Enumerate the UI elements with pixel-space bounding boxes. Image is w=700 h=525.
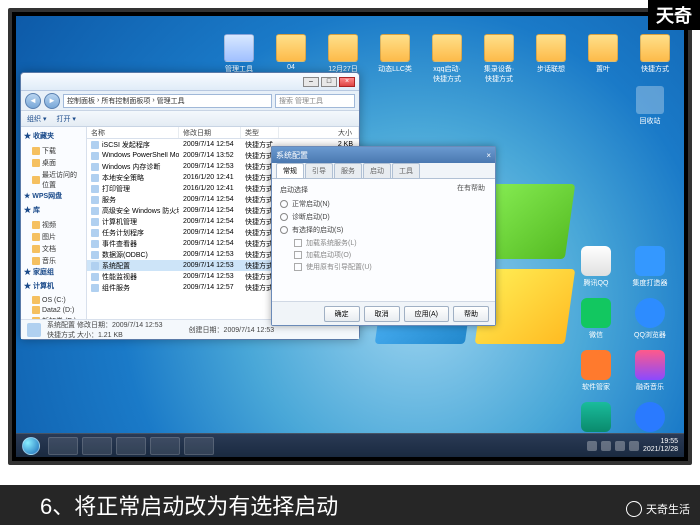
taskbar-item[interactable] (116, 437, 146, 455)
tray-icon[interactable] (615, 441, 625, 451)
back-button[interactable]: ◄ (25, 93, 41, 109)
dialog-tab[interactable]: 启动 (363, 163, 391, 178)
checkbox-load-services[interactable]: 加载系统服务(L) (294, 238, 487, 248)
desktop-shortcut[interactable]: 置叶 (586, 34, 620, 84)
taskbar-item[interactable] (82, 437, 112, 455)
dialog-tabs: 常规引导服务启动工具 (272, 163, 495, 179)
desktop-shortcut[interactable]: 集度打造器 (630, 246, 670, 288)
taskbar-item[interactable] (48, 437, 78, 455)
sidebar-item[interactable]: 桌面 (24, 157, 83, 169)
dialog-button[interactable]: 确定 (324, 306, 360, 322)
sidebar-item[interactable]: 下载 (24, 145, 83, 157)
sidebar-item[interactable]: 视频 (24, 219, 83, 231)
breadcrumb[interactable]: 控制面板 › 所有控制面板项 › 管理工具 (63, 94, 272, 108)
watermark-top: 天奇 (648, 0, 700, 30)
explorer-address-bar: ◄ ► 控制面板 › 所有控制面板项 › 管理工具 搜索 管理工具 (21, 91, 359, 111)
dialog-titlebar[interactable]: 系统配置 × (272, 147, 495, 163)
desktop-shortcut[interactable]: 微信 (576, 298, 616, 340)
tray-icon[interactable] (629, 441, 639, 451)
dialog-body: 在有帮助 启动选择 正常启动(N) 诊断启动(D) 有选择的启动(S) 加载系统… (272, 179, 495, 301)
start-button[interactable] (16, 434, 46, 458)
checkbox-original-boot[interactable]: 使用原有引导配置(U) (294, 262, 487, 272)
toolbar-item[interactable]: 组织 ▾ (27, 114, 46, 124)
desktop-shortcut[interactable]: 软件管家 (576, 350, 616, 392)
sidebar-group[interactable]: ★ 计算机 (24, 281, 83, 291)
close-button[interactable]: × (339, 77, 355, 87)
explorer-titlebar[interactable]: – □ × (21, 73, 359, 91)
dialog-close-button[interactable]: × (486, 151, 491, 160)
radio-normal-startup[interactable]: 正常启动(N) (280, 199, 487, 209)
sidebar-item[interactable]: Data2 (D:) (24, 305, 83, 315)
sidebar-group[interactable]: ★ 库 (24, 205, 83, 215)
desktop-shortcut[interactable]: 集录设备·快捷方式 (482, 34, 516, 84)
dialog-tab[interactable]: 引导 (305, 163, 333, 178)
dialog-tab[interactable]: 常规 (276, 163, 304, 178)
toolbar-item[interactable]: 打开 ▾ (56, 114, 75, 124)
desktop-right-shortcuts: 腾讯QQ集度打造器微信QQ浏览器软件管家融奇音乐电脑管家酷我音乐 (576, 246, 670, 444)
monitor-bezel: 管理工具类0412月27日动态LLC类xqq启动·快捷方式集录设备·快捷方式步话… (8, 8, 692, 465)
checkbox-load-startup[interactable]: 加载启动项(O) (294, 250, 487, 260)
dialog-button[interactable]: 帮助 (453, 306, 489, 322)
taskbar-item[interactable] (184, 437, 214, 455)
sidebar-group[interactable]: ★ 家庭组 (24, 267, 83, 277)
radio-diagnostic-startup[interactable]: 诊断启动(D) (280, 212, 487, 222)
sidebar-item[interactable]: 图片 (24, 231, 83, 243)
minimize-button[interactable]: – (303, 77, 319, 87)
column-header[interactable]: 名称 (87, 127, 179, 138)
maximize-button[interactable]: □ (321, 77, 337, 87)
column-header[interactable]: 修改日期 (179, 127, 241, 138)
column-header[interactable]: 大小 (279, 127, 359, 138)
dialog-button-row: 确定取消应用(A)帮助 (272, 301, 495, 325)
forward-button[interactable]: ► (44, 93, 60, 109)
recycle-bin-icon[interactable]: 回收站 (636, 86, 664, 126)
radio-selective-startup[interactable]: 有选择的启动(S) (280, 225, 487, 235)
tray-icon[interactable] (587, 441, 597, 451)
sidebar-item[interactable]: 文档 (24, 243, 83, 255)
sidebar-item[interactable]: 音乐 (24, 255, 83, 267)
sidebar-group[interactable]: ★ WPS网盘 (24, 191, 83, 201)
file-list-header[interactable]: 名称修改日期类型大小 (87, 127, 359, 139)
tray-icon[interactable] (601, 441, 611, 451)
sidebar-item[interactable]: 最近访问的位置 (24, 169, 83, 191)
desktop-shortcut[interactable]: QQ浏览器 (630, 298, 670, 340)
column-header[interactable]: 类型 (241, 127, 279, 138)
system-tray[interactable]: 19:55 2021/12/28 (587, 438, 684, 453)
desktop-shortcut[interactable]: 步话联想 (534, 34, 568, 84)
taskbar[interactable]: 19:55 2021/12/28 (16, 433, 684, 457)
desktop-shortcut[interactable]: 动态LLC类 (378, 34, 412, 84)
tutorial-caption: 6、将正常启动改为有选择启动 (0, 485, 700, 525)
sidebar-item[interactable]: OS (C:) (24, 295, 83, 305)
taskbar-item[interactable] (150, 437, 180, 455)
explorer-sidebar[interactable]: ★ 收藏夹下载桌面最近访问的位置★ WPS网盘 ★ 库视频图片文档音乐★ 家庭组 ★… (21, 127, 87, 319)
dialog-tab[interactable]: 工具 (392, 163, 420, 178)
desktop[interactable]: 管理工具类0412月27日动态LLC类xqq启动·快捷方式集录设备·快捷方式步话… (16, 16, 684, 457)
search-input[interactable]: 搜索 管理工具 (275, 94, 355, 108)
desktop-shortcut[interactable]: 腾讯QQ (576, 246, 616, 288)
dialog-button[interactable]: 取消 (364, 306, 400, 322)
msconfig-dialog[interactable]: 系统配置 × 常规引导服务启动工具 在有帮助 启动选择 正常启动(N) 诊断启动… (271, 146, 496, 326)
desktop-shortcut[interactable]: xqq启动·快捷方式 (430, 34, 464, 84)
sidebar-group[interactable]: ★ 收藏夹 (24, 131, 83, 141)
dialog-button[interactable]: 应用(A) (404, 306, 449, 322)
explorer-toolbar: 组织 ▾ 打开 ▾ (21, 111, 359, 127)
file-icon (27, 323, 41, 337)
desktop-shortcut[interactable]: 融奇音乐 (630, 350, 670, 392)
desktop-shortcut[interactable]: 快捷方式 (638, 34, 672, 84)
taskbar-clock[interactable]: 19:55 2021/12/28 (643, 438, 678, 453)
dialog-tab[interactable]: 服务 (334, 163, 362, 178)
watermark-bottom: 天奇生活 (626, 501, 690, 517)
monitor-frame: 天奇 管理工具类0412月27日动态LLC类xqq启动·快捷方式集录设备·快捷方… (0, 0, 700, 525)
